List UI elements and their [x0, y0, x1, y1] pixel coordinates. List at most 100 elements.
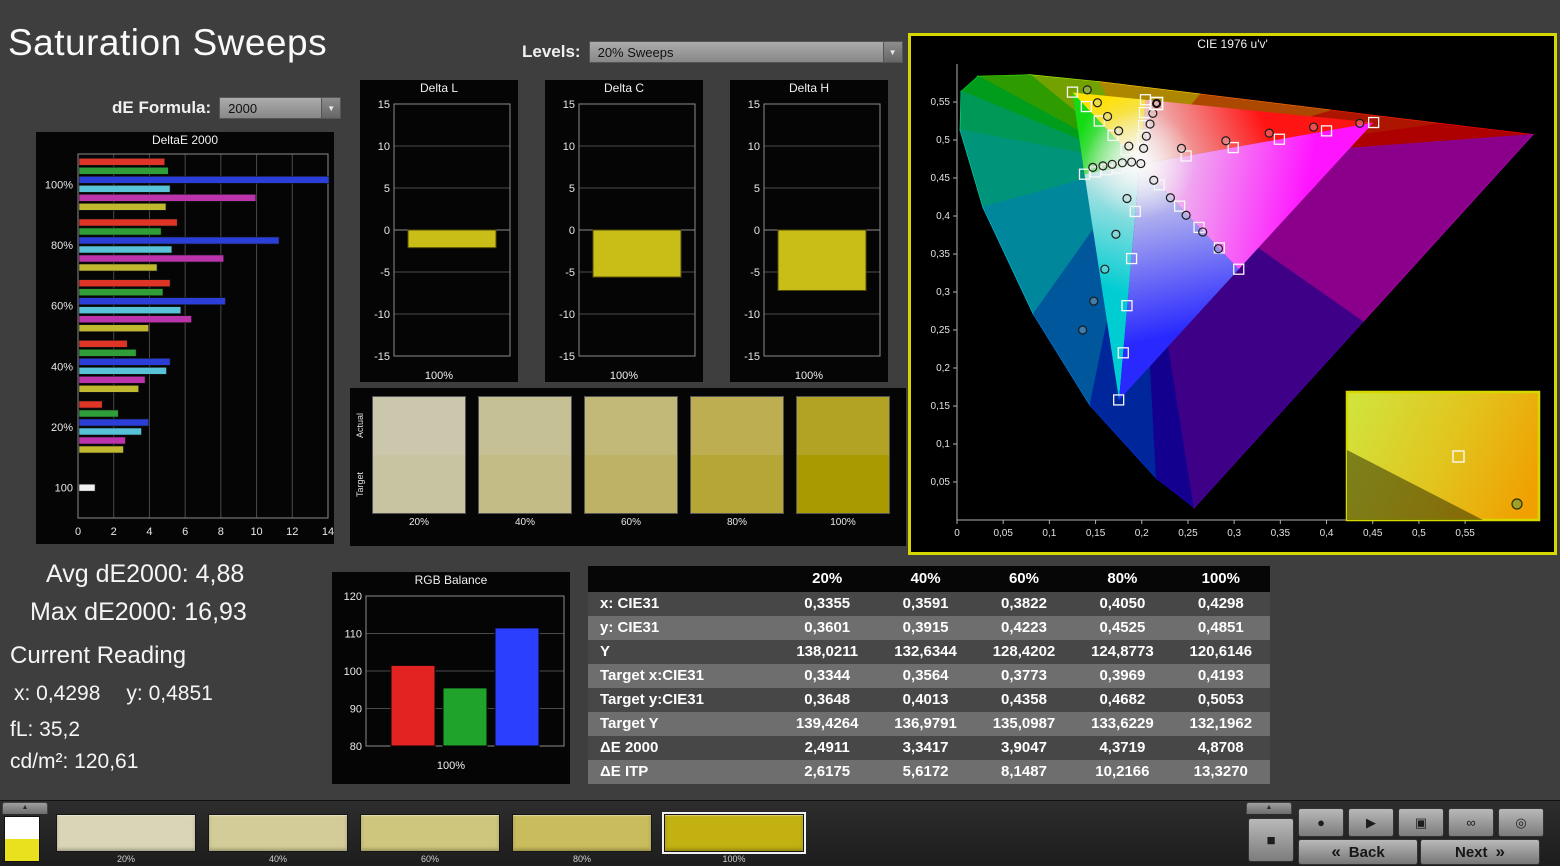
de-formula-dropdown[interactable]: 2000 ▼ [219, 97, 342, 119]
measured-point [1141, 131, 1151, 141]
table-cell: 0,4013 [902, 691, 949, 708]
x-axis-tick: 8 [218, 526, 224, 538]
de-bar-cyan [78, 367, 167, 375]
de-bar-blue [78, 418, 149, 427]
y-axis-tick: 15 [748, 99, 760, 111]
column-header: 40% [910, 570, 941, 587]
cie-diagram-panel: CIE 1976 u'v' 0 0,05 0,1 0,15 0,2 0,25 0,3 0,35… [908, 33, 1557, 555]
saturation-swatch-80%[interactable] [512, 814, 652, 852]
measured-point [1098, 161, 1108, 171]
back-arrow-icon: « [1331, 842, 1341, 861]
y-axis-tick: 80% [51, 240, 73, 252]
swatch-column: 100% [796, 396, 890, 528]
delta-h-plot: 15 10 5 0 -5 -10 -15 [744, 99, 881, 363]
back-button[interactable]: « Back [1298, 839, 1418, 865]
delta-l-x-label: 100% [424, 370, 454, 382]
de-bar-magenta [78, 194, 257, 202]
y-axis-tick: -10 [374, 309, 390, 321]
y-axis-tick: 0 [569, 225, 575, 237]
comparison-swatch-80% [690, 396, 784, 514]
delta-l-chart-title: Delta L [419, 81, 459, 95]
measured-point [1308, 122, 1319, 132]
x-axis-tick: 14 [322, 526, 334, 538]
measured-point [1114, 126, 1124, 136]
play-button[interactable]: ▶ [1348, 808, 1394, 837]
table-cell: 0,3344 [804, 667, 851, 684]
levels-control: Levels: 20% Sweeps ▼ [522, 41, 903, 63]
toolbar-swatch-wrap: 60% [360, 814, 500, 864]
y-axis-tick: 10 [748, 141, 760, 153]
stop-button[interactable]: ■ [1248, 818, 1294, 862]
table-cell: 124,8773 [1091, 643, 1154, 660]
measured-point [1136, 158, 1146, 169]
row-label: Target x:CIE31 [600, 667, 704, 684]
levels-label: Levels: [522, 42, 581, 61]
deltae2000-chart-title: DeltaE 2000 [151, 133, 219, 147]
table-cell: 0,3564 [902, 667, 949, 684]
table-cell: 139,4264 [795, 715, 859, 732]
capture-button[interactable]: ▣ [1398, 808, 1444, 837]
swatch-level-label: 20% [408, 517, 429, 528]
y-tick-label: 0,3 [936, 287, 950, 298]
collapse-right-tab[interactable]: ▲ [1246, 802, 1292, 814]
measured-point [1111, 229, 1121, 239]
table-cell: 0,4050 [1099, 595, 1146, 612]
measured-point [1124, 141, 1134, 151]
row-label: Y [600, 643, 611, 660]
de-bar-yellow [78, 445, 124, 454]
table-cell: 0,3591 [902, 595, 949, 612]
measurement-results-table: 20% 40% 60% 80% 100% x: CIE31 0,3355 0,3591 0,38… [588, 566, 1270, 784]
next-button[interactable]: Next » [1420, 839, 1540, 865]
y-axis-tick: -5 [565, 267, 575, 279]
collapse-left-tab[interactable]: ▲ [2, 802, 48, 814]
record-button[interactable]: ● [1298, 808, 1344, 837]
de-bar-red [78, 400, 103, 409]
saturation-swatch-100%[interactable] [662, 812, 806, 854]
levels-value: 20% Sweeps [597, 44, 674, 60]
power-button[interactable]: ◎ [1498, 808, 1544, 837]
table-cell: 2,6175 [804, 763, 851, 780]
column-header [588, 566, 778, 592]
row-label: y: CIE31 [600, 619, 660, 636]
y-axis-tick: 10 [563, 141, 575, 153]
y-tick-label: 0,5 [936, 135, 950, 146]
y-axis-tick: 15 [563, 99, 575, 111]
saturation-swatch-40%[interactable] [208, 814, 348, 852]
continuous-button[interactable]: ∞ [1448, 808, 1494, 837]
actual-row-label: Actual [355, 413, 365, 439]
de-bar-green [78, 167, 169, 175]
table-cell: 3,3417 [902, 739, 949, 756]
y-axis-tick: 10 [378, 141, 390, 153]
y-axis-tick: 0 [384, 225, 390, 237]
y-tick-label: 0,35 [931, 249, 951, 260]
saturation-swatch-60%[interactable] [360, 814, 500, 852]
y-tick-label: 0,2 [936, 363, 950, 374]
x-tick-label: 0,2 [1135, 528, 1149, 539]
saturation-swatch-20%[interactable] [56, 814, 196, 852]
measured-point [1078, 325, 1088, 335]
chevron-down-icon[interactable]: ▼ [882, 42, 902, 62]
levels-dropdown[interactable]: 20% Sweeps ▼ [588, 41, 903, 63]
x-tick-label: 0,5 [1412, 528, 1426, 539]
delta-bar [777, 229, 867, 291]
de-bar-magenta [78, 315, 192, 323]
current-reading-title: Current Reading [10, 642, 187, 669]
stop-icon: ■ [1266, 831, 1276, 849]
y-tick-label: 0,1 [936, 439, 950, 450]
table-cell: 138,0211 [796, 643, 859, 660]
de-bar-blue [78, 176, 330, 184]
de-bar-green [78, 409, 119, 418]
table-row: Target x:CIE31 0,3344 0,3564 0,3773 0,3969 0,… [588, 664, 1270, 688]
table-cell: 0,3648 [804, 691, 851, 708]
deltae2000-plot: 0 2 4 6 8 10 12 14 100% 80% 60% 40% 20% 100 [45, 153, 334, 538]
rgb-balance-chart-title: RGB Balance [414, 573, 488, 587]
chevron-down-icon[interactable]: ▼ [321, 98, 341, 118]
de-bar-cyan [78, 185, 171, 193]
table-cell: 132,6344 [894, 643, 957, 660]
actual-swatch [373, 397, 465, 455]
play-icon: ▶ [1366, 814, 1376, 830]
table-cell: 3,9047 [1001, 739, 1047, 756]
de-bar-red [78, 279, 171, 287]
saturation-swatch-label: 100% [722, 854, 746, 864]
table-header-row: 20% 40% 60% 80% 100% [588, 566, 1270, 592]
